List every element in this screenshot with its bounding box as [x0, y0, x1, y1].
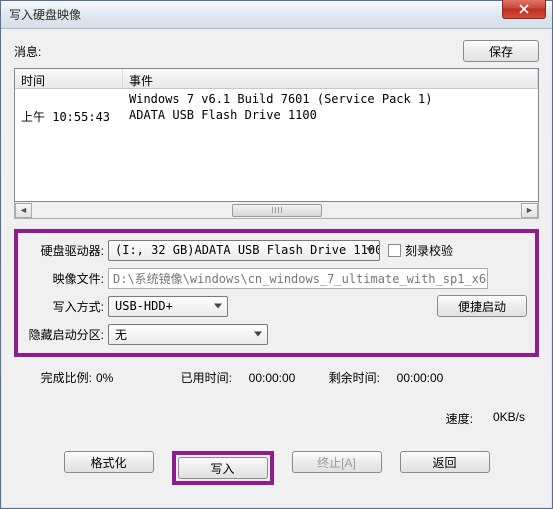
cell-time	[15, 91, 123, 107]
elapsed-label: 已用时间:	[164, 369, 232, 386]
done-label: 完成比例:	[14, 369, 96, 386]
horizontal-scrollbar[interactable]: ◄ ►	[14, 202, 539, 219]
verify-checkbox-wrap[interactable]: 刻录校验	[388, 242, 453, 259]
speed-value: 0KB/s	[493, 410, 525, 427]
status-row: 完成比例: 0% 已用时间: 00:00:00 剩余时间: 00:00:00	[14, 369, 539, 386]
close-icon	[519, 4, 529, 14]
write-button[interactable]: 写入	[178, 457, 268, 479]
scroll-left-button[interactable]: ◄	[15, 203, 32, 218]
format-button[interactable]: 格式化	[64, 451, 154, 473]
log-area: 时间 事件 Windows 7 v6.1 Build 7601 (Service…	[14, 68, 539, 219]
elapsed-value: 00:00:00	[232, 371, 312, 385]
row-image: 映像文件: D:\系统镜像\windows\cn_windows_7_ultim…	[26, 267, 527, 289]
bottom-buttons: 格式化 写入 终止[A] 返回	[14, 451, 539, 485]
quick-boot-button[interactable]: 便捷启动	[437, 295, 527, 317]
verify-label: 刻录校验	[405, 242, 453, 259]
write-method-combobox[interactable]: USB-HDD+	[108, 296, 228, 317]
list-item[interactable]: 上午 10:55:43 ADATA USB Flash Drive 1100	[15, 107, 538, 123]
done-value: 0%	[96, 371, 164, 385]
remain-value: 00:00:00	[380, 371, 460, 385]
hidden-partition-combobox[interactable]: 无	[108, 324, 268, 345]
dialog-window: 写入硬盘映像 消息: 保存 时间 事件 Windows 7 v6.1 Build…	[0, 0, 553, 509]
row-method: 写入方式: USB-HDD+ 便捷启动	[26, 295, 527, 317]
remain-label: 剩余时间:	[312, 369, 380, 386]
drive-value: (I:, 32 GB)ADATA USB Flash Drive 1100	[115, 243, 380, 257]
cell-event: Windows 7 v6.1 Build 7601 (Service Pack …	[123, 91, 538, 107]
col-header-event[interactable]: 事件	[123, 69, 538, 88]
log-listview[interactable]: 时间 事件 Windows 7 v6.1 Build 7601 (Service…	[14, 68, 539, 202]
abort-button: 终止[A]	[292, 451, 382, 473]
write-button-highlight: 写入	[172, 451, 274, 485]
row-hidden: 隐藏启动分区: 无	[26, 323, 527, 345]
image-value: D:\系统镜像\windows\cn_windows_7_ultimate_wi…	[113, 270, 488, 287]
hidden-value: 无	[115, 326, 127, 343]
listview-header: 时间 事件	[15, 69, 538, 89]
image-label: 映像文件:	[26, 270, 108, 287]
col-header-time[interactable]: 时间	[15, 69, 123, 88]
scroll-right-button[interactable]: ►	[521, 203, 538, 218]
window-title: 写入硬盘映像	[9, 6, 81, 23]
image-file-field[interactable]: D:\系统镜像\windows\cn_windows_7_ultimate_wi…	[108, 268, 488, 289]
top-row: 消息: 保存	[14, 40, 539, 62]
listview-body: Windows 7 v6.1 Build 7601 (Service Pack …	[15, 89, 538, 125]
method-value: USB-HDD+	[115, 299, 173, 313]
row-drive: 硬盘驱动器: (I:, 32 GB)ADATA USB Flash Drive …	[26, 239, 527, 261]
cell-time: 上午 10:55:43	[15, 107, 123, 123]
cell-event: ADATA USB Flash Drive 1100	[123, 107, 538, 123]
client-area: 消息: 保存 时间 事件 Windows 7 v6.1 Build 7601 (…	[2, 30, 551, 507]
speed-label: 速度:	[446, 410, 473, 427]
drive-label: 硬盘驱动器:	[26, 242, 108, 259]
save-button[interactable]: 保存	[463, 40, 539, 62]
back-button[interactable]: 返回	[400, 451, 490, 473]
close-button[interactable]	[502, 0, 546, 19]
hidden-label: 隐藏启动分区:	[26, 326, 108, 343]
info-label: 消息:	[14, 43, 41, 60]
speed-row: 速度: 0KB/s	[14, 410, 539, 427]
scroll-thumb[interactable]	[232, 204, 322, 217]
drive-combobox[interactable]: (I:, 32 GB)ADATA USB Flash Drive 1100	[108, 240, 380, 261]
titlebar[interactable]: 写入硬盘映像	[1, 1, 552, 29]
settings-group: 硬盘驱动器: (I:, 32 GB)ADATA USB Flash Drive …	[14, 229, 539, 357]
scroll-track[interactable]	[32, 203, 521, 218]
list-item[interactable]: Windows 7 v6.1 Build 7601 (Service Pack …	[15, 91, 538, 107]
method-label: 写入方式:	[26, 298, 108, 315]
verify-checkbox[interactable]	[388, 244, 401, 257]
